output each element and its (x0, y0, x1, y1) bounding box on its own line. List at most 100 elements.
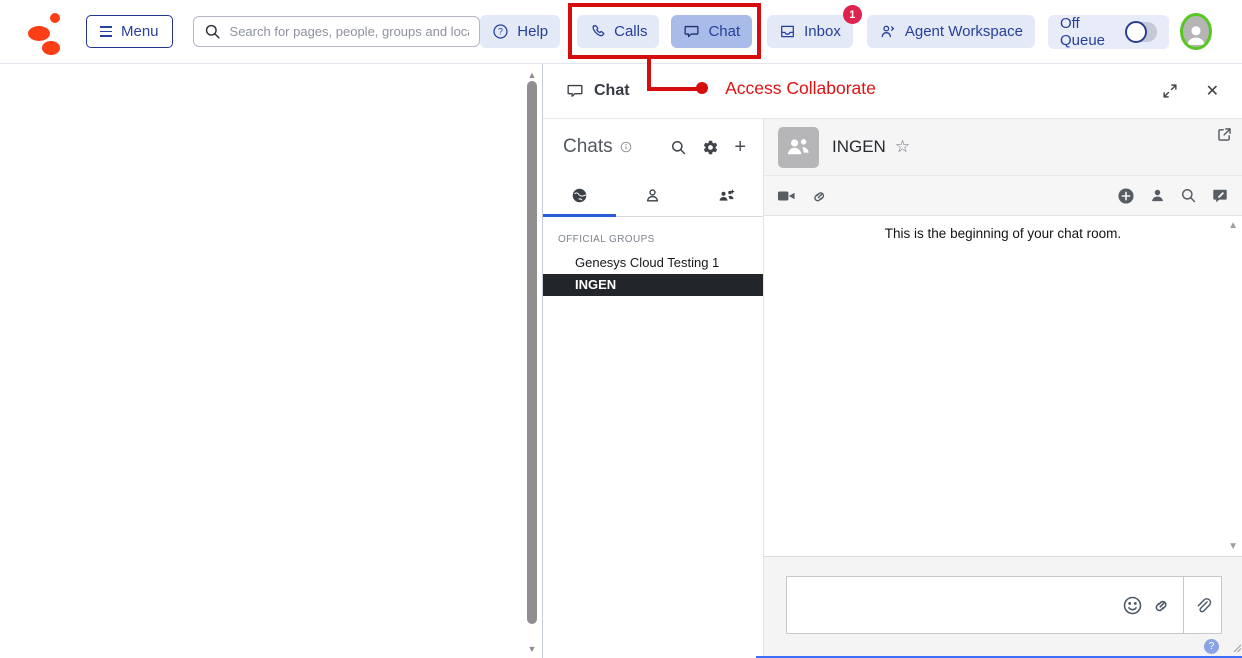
new-chat-button[interactable]: + (734, 137, 746, 157)
workspace-scrollbar[interactable]: ▲ ▼ (525, 66, 539, 658)
annotation-connector-line (647, 58, 651, 89)
close-icon: ✕ (1206, 81, 1219, 101)
annotation-label: Access Collaborate (725, 78, 876, 99)
chats-tabs (543, 175, 763, 217)
list-item-group[interactable]: Genesys Cloud Testing 1 (543, 252, 763, 274)
user-avatar[interactable] (1180, 13, 1212, 50)
paperclip-icon (1193, 596, 1212, 615)
scrollbar-thumb[interactable] (527, 81, 537, 624)
copy-link-button[interactable] (811, 187, 829, 205)
help-button[interactable]: ? Help (480, 15, 560, 48)
close-panel-button[interactable]: ✕ (1206, 81, 1219, 101)
expand-icon (1161, 82, 1179, 100)
top-bar: Menu ? Help Calls Chat (0, 0, 1242, 64)
off-queue-control: Off Queue (1048, 15, 1169, 49)
calls-button[interactable]: Calls (577, 15, 659, 48)
messages-scroll-down[interactable]: ▼ (1228, 541, 1238, 552)
tab-official-groups[interactable] (543, 175, 616, 216)
chats-heading: Chats (563, 136, 613, 158)
insert-link-button[interactable] (1152, 595, 1172, 615)
message-composer: ? (764, 556, 1242, 658)
search-room-button[interactable] (1180, 187, 1197, 204)
inbox-badge: 1 (843, 5, 862, 24)
annotation-dot (696, 82, 708, 94)
group-avatar (778, 127, 819, 168)
inbox-label: Inbox (804, 23, 841, 40)
off-queue-toggle[interactable] (1126, 22, 1157, 42)
panel-title: Chat (594, 82, 630, 100)
scrollbar-up-arrow[interactable]: ▲ (526, 70, 538, 80)
person-filled-icon (1149, 187, 1166, 204)
members-button[interactable] (1149, 187, 1166, 204)
chat-panel-body: Chats + (543, 119, 1242, 658)
person-icon (644, 187, 661, 204)
logo-dot (28, 26, 50, 41)
logo-dot (42, 41, 60, 55)
genesys-logo[interactable] (26, 9, 62, 55)
search-icon (670, 139, 687, 156)
genesys-cloud-app: Menu ? Help Calls Chat (0, 0, 1242, 658)
global-search[interactable] (193, 16, 481, 47)
help-icon: ? (492, 23, 509, 40)
off-queue-label: Off Queue (1060, 15, 1117, 49)
chat-label: Chat (708, 23, 740, 40)
resize-handle[interactable] (1233, 639, 1241, 657)
chat-bubble-icon (566, 82, 584, 100)
inbox-wrap: Inbox 1 (767, 15, 853, 48)
chats-list: OFFICIAL GROUPS Genesys Cloud Testing 1 … (543, 217, 763, 658)
link-icon (811, 187, 829, 205)
agent-icon (879, 23, 897, 40)
section-label: OFFICIAL GROUPS (558, 234, 763, 245)
video-call-button[interactable] (777, 188, 796, 204)
agent-workspace-button[interactable]: Agent Workspace (867, 15, 1035, 48)
topbar-right-cluster: ? Help Calls Chat Access Collaborate (480, 13, 1212, 50)
list-item-group-selected[interactable]: INGEN (543, 274, 763, 296)
calls-chat-group: Calls Chat Access Collaborate (577, 15, 752, 48)
info-icon[interactable] (620, 141, 632, 153)
smiley-icon (1122, 595, 1143, 616)
popout-room-button[interactable] (1216, 126, 1233, 143)
people-group-icon (717, 187, 736, 204)
favorite-star-icon[interactable]: ☆ (895, 137, 910, 157)
message-input[interactable] (787, 577, 1122, 633)
emoji-button[interactable] (1122, 595, 1143, 616)
room-title: INGEN (832, 137, 886, 157)
svg-text:?: ? (498, 27, 503, 37)
inbox-button[interactable]: Inbox (767, 15, 853, 48)
menu-button[interactable]: Menu (86, 15, 173, 48)
chat-bubble-icon (683, 23, 700, 40)
tab-people[interactable] (616, 175, 689, 216)
scrollbar-down-arrow[interactable]: ▼ (526, 644, 538, 654)
video-camera-icon (777, 188, 796, 204)
workspace-content-area: ▲ ▼ (0, 64, 541, 658)
chats-settings-button[interactable] (702, 139, 719, 156)
tab-groups[interactable] (690, 175, 763, 216)
chat-button[interactable]: Chat (671, 15, 752, 48)
empty-room-message: This is the beginning of your chat room. (764, 216, 1242, 241)
plus-circle-icon (1117, 187, 1135, 205)
add-participant-button[interactable] (1117, 187, 1135, 205)
plus-icon: + (734, 137, 746, 157)
new-message-button[interactable] (1211, 187, 1229, 205)
chat-compose-icon (1211, 187, 1229, 205)
search-chats-button[interactable] (670, 139, 687, 156)
messages-scroll-up[interactable]: ▲ (1228, 220, 1238, 231)
message-input-box (786, 576, 1222, 634)
chats-sidebar: Chats + (543, 119, 764, 658)
gear-icon (702, 139, 719, 156)
phone-icon (589, 23, 606, 40)
chat-room: INGEN ☆ (764, 119, 1242, 658)
message-area: This is the beginning of your chat room.… (764, 216, 1242, 556)
link-icon (1152, 595, 1172, 615)
chats-header: Chats + (543, 119, 763, 175)
help-bubble-button[interactable]: ? (1204, 639, 1219, 654)
agent-workspace-label: Agent Workspace (905, 23, 1023, 40)
attach-file-button[interactable] (1183, 577, 1221, 633)
inbox-icon (779, 23, 796, 40)
external-link-icon (1216, 126, 1233, 143)
help-label: Help (517, 23, 548, 40)
calls-label: Calls (614, 23, 647, 40)
search-input[interactable] (230, 24, 470, 39)
expand-panel-button[interactable] (1161, 82, 1179, 100)
person-silhouette-icon (1183, 21, 1209, 47)
